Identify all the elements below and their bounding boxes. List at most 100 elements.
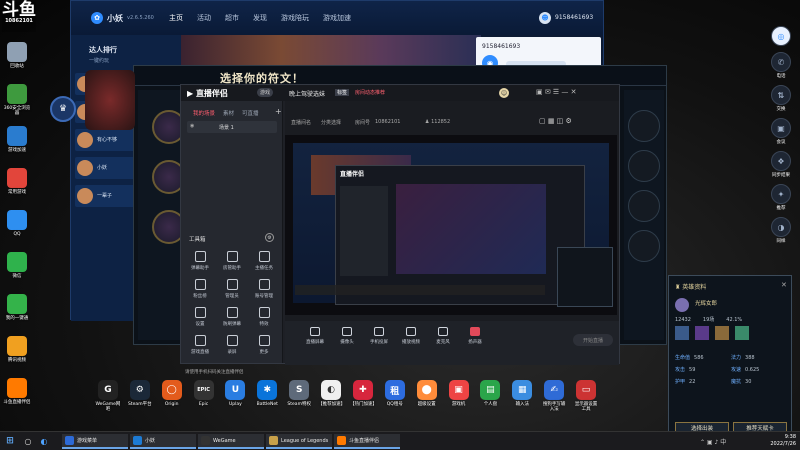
dock-app[interactable]: ⬤ 超级设置 <box>414 380 440 420</box>
side-tool-icon[interactable]: ❖ <box>771 151 791 171</box>
add-scene-icon[interactable]: + <box>275 107 282 116</box>
avatar[interactable]: ☻ <box>539 12 551 24</box>
scene-tab[interactable]: 可直播 <box>242 111 259 117</box>
dock-app[interactable]: ▣ 游戏机 <box>446 380 472 420</box>
dock-app[interactable]: ◐ 【推荐加速】 <box>318 380 345 420</box>
hero-stat: 12432 <box>675 317 691 323</box>
dock-app[interactable]: G WeGame网吧 <box>95 380 121 420</box>
dock-app[interactable]: ▤ 个人盘 <box>478 380 504 420</box>
desktop-icon[interactable]: 斗鱼直播伴侣 <box>2 376 32 420</box>
close-icon[interactable]: ✕ <box>781 281 787 289</box>
control-button[interactable]: 直播屏幕 <box>301 327 329 357</box>
dock-app-label: 搜狗手写输入法 <box>542 402 566 412</box>
attr-value: 30 <box>745 379 752 385</box>
dock-app-icon: ▣ <box>448 380 469 400</box>
dock-app[interactable]: S Steam特权 <box>286 380 312 420</box>
desktop-icon[interactable]: 360安全浏览器 <box>2 82 32 126</box>
avatar[interactable]: ☺ <box>499 88 509 98</box>
scene-tab[interactable]: 我的场景 <box>193 111 215 117</box>
hero-attribute: 攻击 59 <box>675 366 731 373</box>
scene-tab[interactable]: 素材 <box>223 111 234 117</box>
category-label[interactable]: 分类选择 <box>321 119 341 126</box>
dock-app[interactable]: 租 QQ租号 <box>382 380 408 420</box>
skill-icon[interactable] <box>695 326 709 340</box>
scene-item[interactable]: ◉ 场景 1 <box>187 121 277 133</box>
tool-button[interactable]: 防刷弹幕 <box>217 307 247 333</box>
room-name-label[interactable]: 直播间名 <box>291 119 311 126</box>
desktop-icon[interactable]: QQ <box>2 208 32 252</box>
client-tab[interactable]: 发现 <box>253 13 267 23</box>
taskbar-item-label: League of Legends <box>281 437 329 444</box>
tool-button[interactable]: 弹幕助手 <box>185 251 215 277</box>
client-tab[interactable]: 超市 <box>225 13 239 23</box>
control-button[interactable]: 播放视频 <box>397 327 425 357</box>
taskbar-item[interactable]: WeGame <box>198 434 264 449</box>
eye-icon[interactable]: ◉ <box>190 123 194 129</box>
room-number: 10862101 <box>375 119 401 125</box>
tool-button[interactable]: 设置 <box>185 307 215 333</box>
client-tab[interactable]: 游戏加速 <box>323 13 351 23</box>
skill-icon[interactable] <box>715 326 729 340</box>
desktop-icon[interactable]: 微信 <box>2 250 32 294</box>
stream-mode-badge[interactable]: 游戏 <box>257 88 274 97</box>
control-button[interactable]: 麦克风 <box>429 327 457 357</box>
tray-icons[interactable]: ⌃ ▣ ♪ 中 <box>700 437 726 446</box>
skill-icon[interactable] <box>735 326 749 340</box>
fans-count: ♟ 112852 <box>425 119 451 125</box>
desktop-icon[interactable]: 回收站 <box>2 40 32 84</box>
taskbar-item[interactable]: League of Legends <box>266 434 332 449</box>
desktop-icon[interactable]: 常用游戏 <box>2 166 32 210</box>
dock-app[interactable]: ✍ 搜狗手写输入法 <box>541 380 567 420</box>
side-tool-icon[interactable]: ◑ <box>771 217 791 237</box>
dock-app-icon: ⚙ <box>129 380 150 400</box>
tool-button[interactable]: 录屏 <box>217 335 247 361</box>
taskbar-item[interactable]: 游戏菜单 <box>62 434 128 449</box>
search-icon[interactable]: ○ <box>22 435 34 447</box>
dock-app[interactable]: ▭ 显示器设置工具 <box>573 380 599 420</box>
window-controls[interactable]: ▣ ✉ ☰ — ✕ <box>536 88 577 96</box>
room-title[interactable]: 晚上驾驶选妹 <box>289 89 325 98</box>
tool-button[interactable]: 粉丝榜 <box>185 279 215 305</box>
tool-button[interactable]: 主播任务 <box>249 251 279 277</box>
edge-icon[interactable]: ◐ <box>38 435 50 447</box>
dock-app[interactable]: ⚙ Steam平台 <box>127 380 153 420</box>
side-tool-icon[interactable]: ⇅ <box>771 85 791 105</box>
skill-icon[interactable] <box>675 326 689 340</box>
control-button[interactable]: 手机投屏 <box>365 327 393 357</box>
control-button[interactable]: 扬声器 <box>461 327 489 357</box>
tool-button[interactable]: 特效 <box>249 307 279 333</box>
desktop-icon-label: 腾讯视频 <box>8 358 26 363</box>
toolbox-settings-icon[interactable]: ⚙ <box>265 233 274 242</box>
desktop-icon[interactable]: 我的一键通 <box>2 292 32 336</box>
dock-app[interactable]: ✱ BattleNet <box>254 380 280 420</box>
dock-app[interactable]: ✚ 【热门加速】 <box>350 380 377 420</box>
side-tool-icon[interactable]: ▣ <box>771 118 791 138</box>
dock-app[interactable]: ▦ 输入法 <box>509 380 535 420</box>
dock-app[interactable]: U Uplay <box>223 380 249 420</box>
dock-app[interactable]: EPIC Epic <box>191 380 217 420</box>
side-tool-icon[interactable]: ✦ <box>771 184 791 204</box>
taskbar-app-icon <box>65 436 74 445</box>
client-tab[interactable]: 游戏陪玩 <box>281 13 309 23</box>
tool-button[interactable]: 更多 <box>249 335 279 361</box>
desktop-icon[interactable]: 游戏加速 <box>2 124 32 168</box>
tool-button[interactable]: 游戏直播 <box>185 335 215 361</box>
side-tool-icon[interactable]: ✆ <box>771 52 791 72</box>
control-button[interactable]: 摄像头 <box>333 327 361 357</box>
preview-toolbar[interactable]: ▢ ▦ ◫ ⚙ <box>539 117 572 125</box>
taskbar-item[interactable]: 斗鱼直播伴侣 <box>334 434 400 449</box>
room-link[interactable]: 房间动态推荐 <box>355 89 385 96</box>
tool-button[interactable]: 管理员 <box>217 279 247 305</box>
go-live-button[interactable]: 开始直播 <box>573 334 613 346</box>
desktop-icon[interactable]: 腾讯视频 <box>2 334 32 378</box>
windows-start-icon[interactable]: ⊞ <box>4 435 16 447</box>
tool-button[interactable]: 房管助手 <box>217 251 247 277</box>
client-tab[interactable]: 主页 <box>169 13 183 23</box>
room-tag[interactable]: 标签 <box>335 89 350 96</box>
taskbar-item[interactable]: 小妖 <box>130 434 196 449</box>
client-tab[interactable]: 活动 <box>197 13 211 23</box>
dock-app[interactable]: ◯ Origin <box>159 380 185 420</box>
tool-button[interactable]: 账号管理 <box>249 279 279 305</box>
tool-label: 弹幕助手 <box>191 266 209 271</box>
side-tool-icon[interactable]: ◎ <box>771 26 791 46</box>
